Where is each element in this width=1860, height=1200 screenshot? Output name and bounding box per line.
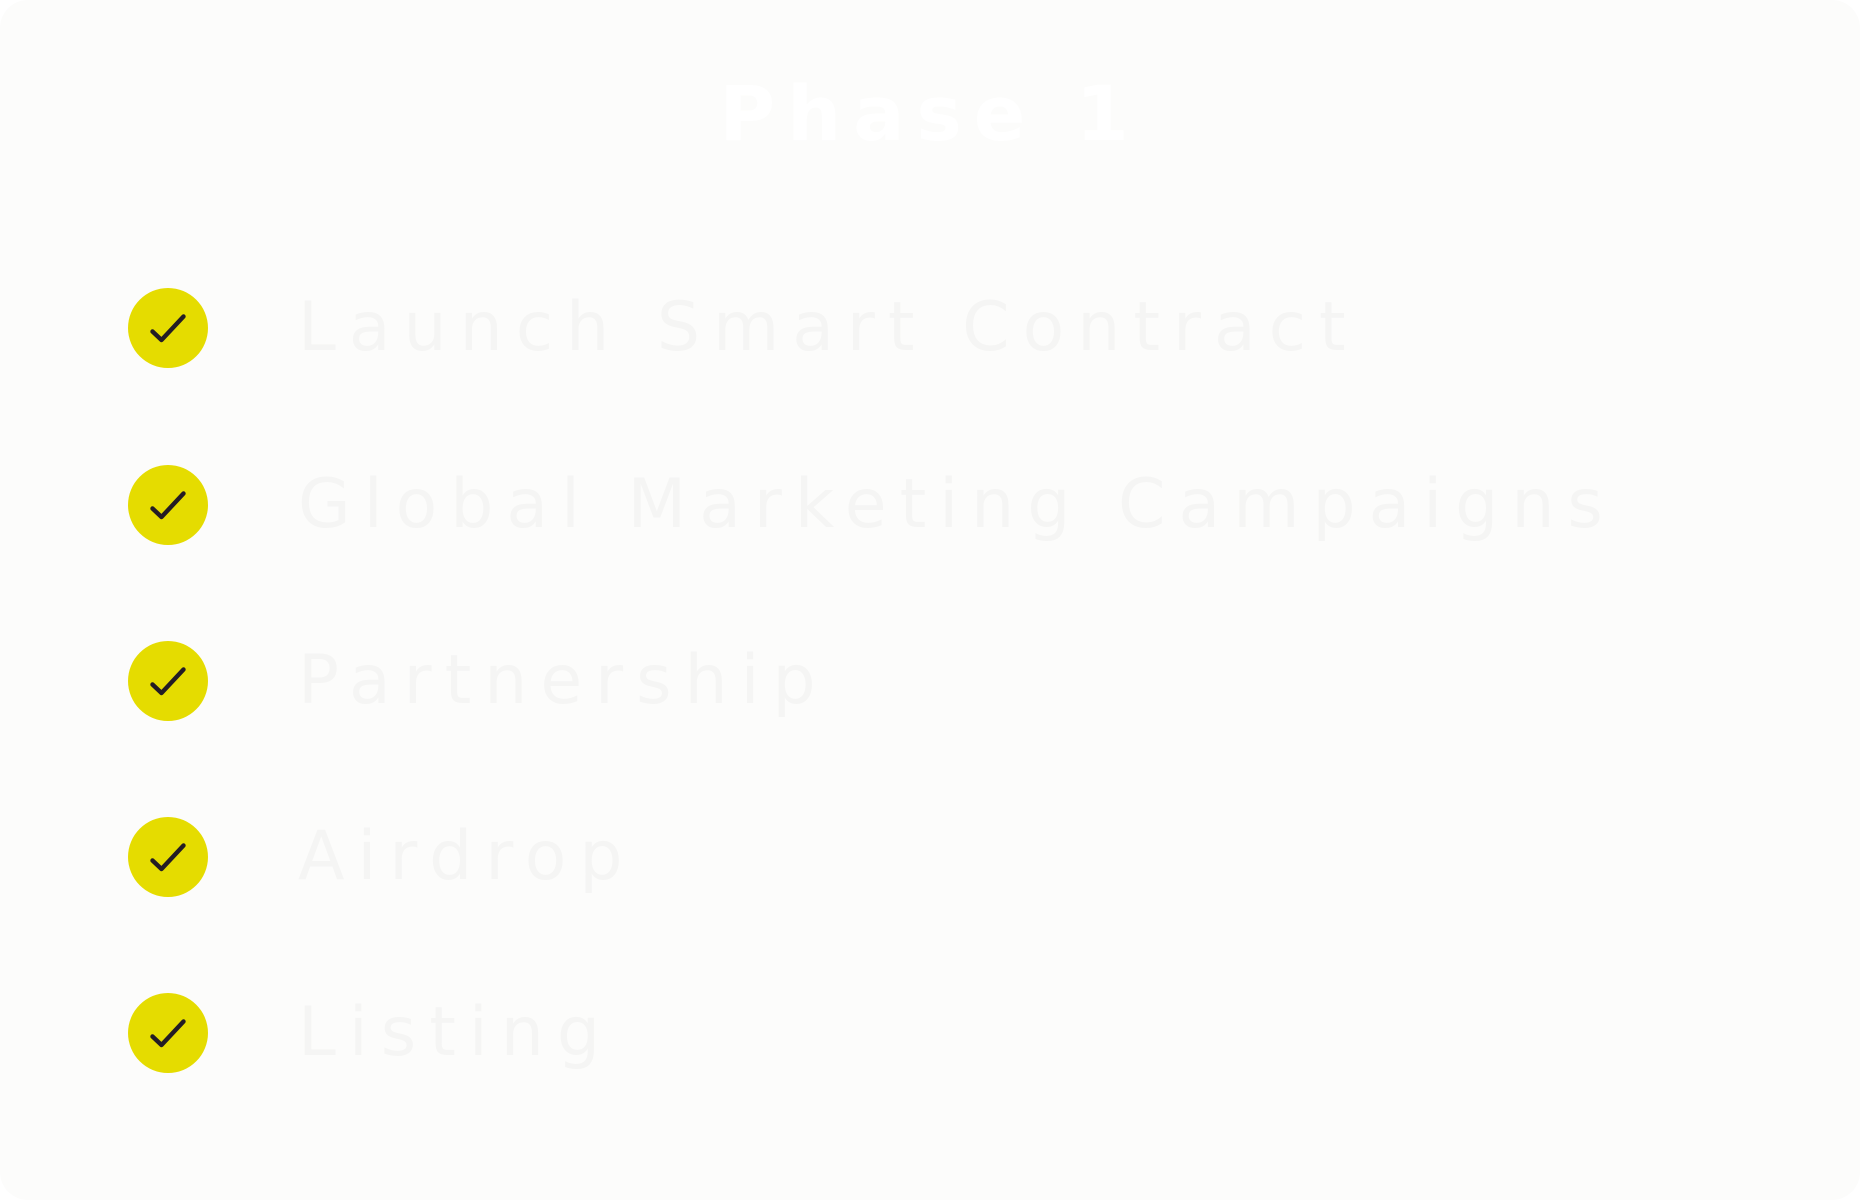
phase-checklist: Launch Smart Contract Global Marketing C… bbox=[0, 0, 1860, 1200]
checklist-item-label: Airdrop bbox=[298, 817, 636, 896]
checklist-item-launch-smart-contract: Launch Smart Contract bbox=[0, 268, 1860, 388]
checklist-item-label: Global Marketing Campaigns bbox=[298, 465, 1616, 544]
check-circle-icon bbox=[128, 993, 208, 1073]
check-circle-icon bbox=[128, 288, 208, 368]
checklist-item-partnership: Partnership bbox=[0, 621, 1860, 741]
check-circle-icon bbox=[128, 465, 208, 545]
checklist-item-label: Partnership bbox=[298, 641, 829, 720]
check-circle-icon bbox=[128, 641, 208, 721]
checklist-item-airdrop: Airdrop bbox=[0, 797, 1860, 917]
phase-card: Phase 1 Launch Smart Contract Global Mar… bbox=[0, 0, 1860, 1200]
checklist-item-listing: Listing bbox=[0, 973, 1860, 1093]
check-circle-icon bbox=[128, 817, 208, 897]
checklist-item-label: Listing bbox=[298, 993, 614, 1072]
checklist-item-label: Launch Smart Contract bbox=[298, 288, 1359, 367]
checklist-item-global-marketing-campaigns: Global Marketing Campaigns bbox=[0, 445, 1860, 565]
